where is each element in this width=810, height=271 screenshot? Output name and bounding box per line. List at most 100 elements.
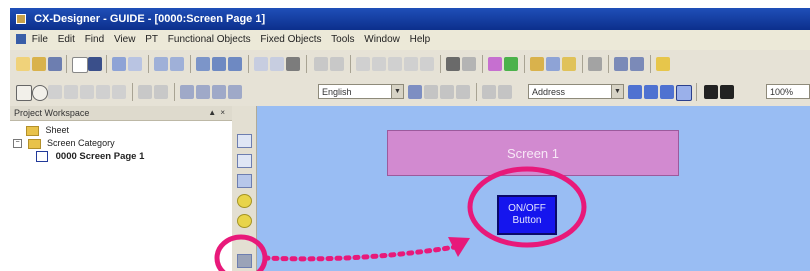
address-combo[interactable]: Address ▼	[528, 84, 624, 99]
lamp-tool-icon[interactable]	[237, 194, 252, 208]
front-icon[interactable]	[212, 85, 226, 99]
onoff-button-tool-icon[interactable]	[237, 254, 252, 268]
pointer-tool-icon[interactable]	[237, 134, 252, 148]
tree-item-sheet[interactable]: Sheet	[10, 124, 232, 137]
color-fill-icon[interactable]	[720, 85, 734, 99]
standard-toolbar	[10, 50, 810, 79]
symbol-icon[interactable]	[644, 85, 658, 99]
redo-icon[interactable]	[330, 57, 344, 71]
new-icon[interactable]	[16, 57, 30, 71]
document-icon[interactable]	[16, 34, 26, 45]
language-combo[interactable]: English ▼	[318, 84, 404, 99]
pin-close-icon[interactable]: ▲ ×	[208, 106, 226, 120]
chevron-down-icon[interactable]: ▼	[611, 85, 623, 98]
print-icon[interactable]	[286, 57, 300, 71]
project-tree: Sheet − Screen Category 0000 Screen Page…	[10, 121, 232, 163]
find-icon[interactable]	[446, 57, 460, 71]
menu-pt[interactable]: PT	[145, 34, 158, 45]
zoom-combo[interactable]: 100%	[766, 84, 810, 99]
state-list-icon[interactable]	[498, 85, 512, 99]
menu-view[interactable]: View	[114, 34, 136, 45]
bitmap-tool-icon[interactable]	[237, 174, 252, 188]
open-icon[interactable]	[32, 57, 46, 71]
menu-help[interactable]: Help	[410, 34, 431, 45]
label-icon[interactable]	[424, 85, 438, 99]
disk-icon[interactable]	[88, 57, 102, 71]
window-icon[interactable]	[546, 57, 560, 71]
menu-tools[interactable]: Tools	[331, 34, 354, 45]
collapse-icon[interactable]: −	[13, 139, 22, 149]
menu-file[interactable]: File	[32, 34, 48, 45]
copy-icon[interactable]	[112, 57, 126, 71]
paste-object-icon[interactable]	[388, 57, 402, 71]
menu-edit[interactable]: Edit	[58, 34, 75, 45]
cut-icon[interactable]	[356, 57, 370, 71]
compare-icon[interactable]	[228, 57, 242, 71]
align-top-icon[interactable]	[154, 85, 168, 99]
menu-fixed-objects[interactable]: Fixed Objects	[260, 34, 321, 45]
tree-item-label: 0000 Screen Page 1	[55, 151, 145, 162]
delete-icon[interactable]	[404, 57, 418, 71]
color-black-icon[interactable]	[704, 85, 718, 99]
object-palette	[232, 106, 257, 271]
text-tool-icon[interactable]	[237, 154, 252, 168]
lamp2-tool-icon[interactable]	[237, 214, 252, 228]
chevron-down-icon[interactable]: ▼	[391, 85, 403, 98]
duplicate-icon[interactable]	[420, 57, 434, 71]
copy-object-icon[interactable]	[372, 57, 386, 71]
circle-icon[interactable]	[32, 85, 48, 101]
folder-icon	[27, 138, 41, 149]
onoff-button-line2: Button	[512, 215, 542, 226]
table-icon[interactable]	[588, 57, 602, 71]
group-icon[interactable]	[180, 85, 194, 99]
language-settings-icon[interactable]	[408, 85, 422, 99]
toolbar-separator	[66, 55, 67, 73]
cursor-icon[interactable]	[676, 85, 692, 101]
zoom-out-icon[interactable]	[630, 57, 644, 71]
ungroup-icon[interactable]	[196, 85, 210, 99]
state-icon[interactable]	[482, 85, 496, 99]
test-icon[interactable]	[488, 57, 502, 71]
screen-icon[interactable]	[196, 57, 210, 71]
toolbar-separator	[582, 55, 583, 73]
zoom-in-icon[interactable]	[614, 57, 628, 71]
polygon-icon[interactable]	[80, 85, 94, 99]
paste-icon[interactable]	[128, 57, 142, 71]
replace-icon[interactable]	[462, 57, 476, 71]
grid-icon[interactable]	[154, 57, 168, 71]
page-icon[interactable]	[72, 57, 88, 73]
label-edit-icon[interactable]	[440, 85, 454, 99]
undo-icon[interactable]	[314, 57, 328, 71]
polyline-icon[interactable]	[64, 85, 78, 99]
rectangle-icon[interactable]	[16, 85, 32, 101]
tree-item-screen-category[interactable]: − Screen Category	[10, 137, 232, 150]
menu-window[interactable]: Window	[364, 34, 400, 45]
onoff-button-line1: ON/OFF	[508, 203, 546, 214]
folder-icon[interactable]	[562, 57, 576, 71]
transfer-icon[interactable]	[212, 57, 226, 71]
align-left-icon[interactable]	[138, 85, 152, 99]
print-preview-icon[interactable]	[270, 57, 284, 71]
build-icon[interactable]	[504, 57, 518, 71]
tree-item-screen-page[interactable]: 0000 Screen Page 1	[10, 150, 232, 163]
screen-canvas[interactable]: Screen 1 ON/OFF Button	[257, 106, 810, 271]
help-icon[interactable]	[656, 57, 670, 71]
fan-icon[interactable]	[112, 85, 126, 99]
preview-icon[interactable]	[254, 57, 268, 71]
save-icon[interactable]	[48, 57, 62, 71]
toolbar-separator	[106, 55, 107, 73]
address-icon[interactable]	[628, 85, 642, 99]
back-icon[interactable]	[228, 85, 242, 99]
layers-icon[interactable]	[170, 57, 184, 71]
table-view-icon[interactable]	[660, 85, 674, 99]
onoff-button[interactable]: ON/OFF Button	[497, 195, 557, 235]
tool-icon[interactable]	[530, 57, 544, 71]
line-icon[interactable]	[48, 85, 62, 99]
language-value: English	[322, 87, 352, 97]
arc-icon[interactable]	[96, 85, 110, 99]
screen-title-object[interactable]: Screen 1	[387, 130, 679, 176]
menu-functional-objects[interactable]: Functional Objects	[168, 34, 251, 45]
toolbar-separator	[696, 83, 697, 101]
menu-find[interactable]: Find	[85, 34, 104, 45]
label-list-icon[interactable]	[456, 85, 470, 99]
